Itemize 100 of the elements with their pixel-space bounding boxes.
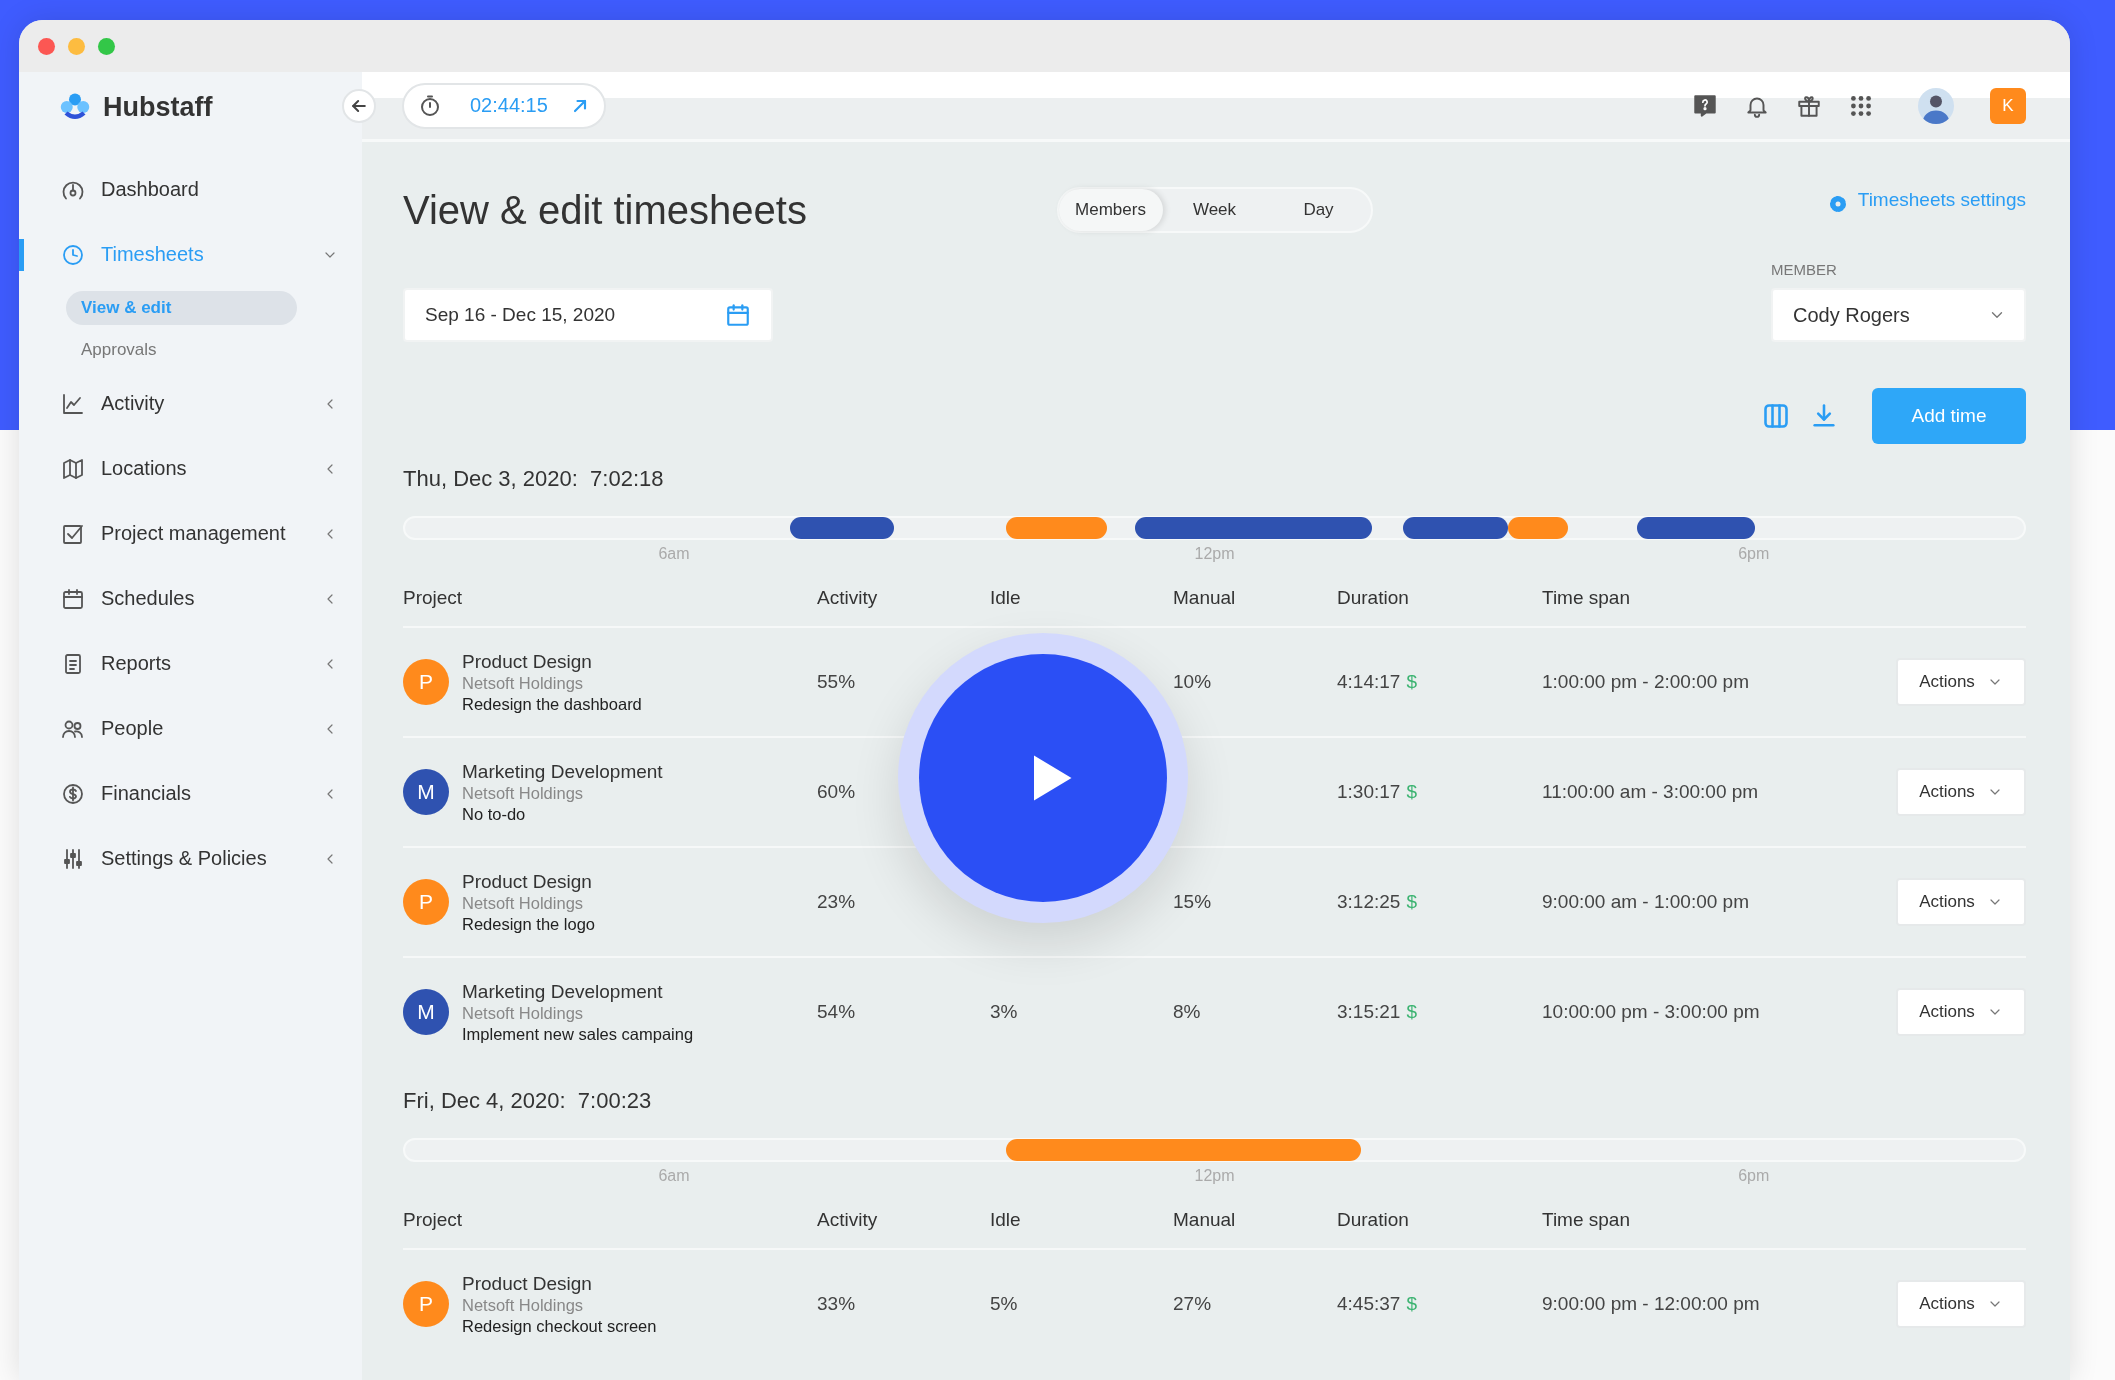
time-span-value: 9:00:00 am - 1:00:00 pm: [1542, 891, 1750, 913]
actions-button[interactable]: Actions: [1896, 988, 2026, 1036]
sidebar-item[interactable]: Project management: [19, 501, 362, 566]
manual-value: 10%: [1173, 671, 1213, 693]
calendar-icon: [61, 586, 85, 611]
stopwatch-icon: [418, 93, 442, 118]
time-span-value: 11:00:00 am - 3:00:00 pm: [1542, 781, 1760, 803]
project-avatar: P: [403, 879, 449, 925]
project-avatar: M: [403, 769, 449, 815]
timer-value: 02:44:15: [470, 94, 548, 117]
map-icon: [61, 456, 85, 481]
project-avatar: P: [403, 1281, 449, 1327]
task-name: Implement new sales campaing: [462, 1023, 694, 1045]
avatar-icon[interactable]: [1918, 87, 1954, 124]
project-name: Product Design: [462, 1271, 593, 1296]
sidebar-item[interactable]: Dashboard: [19, 157, 362, 222]
time-tick-label: 6am: [658, 545, 690, 563]
column-header: Time span: [1542, 1209, 1631, 1231]
time-tick-label: 6am: [658, 1167, 690, 1185]
column-header: Idle: [990, 587, 1022, 609]
sidebar-item[interactable]: Financials: [19, 761, 362, 826]
app-name: Hubstaff: [103, 91, 213, 123]
sidebar-item[interactable]: Locations: [19, 436, 362, 501]
sidebar-item[interactable]: People: [19, 696, 362, 761]
dollar-icon: [61, 781, 85, 806]
billable-mark: $: [1406, 781, 1417, 803]
manual-value: 8%: [1173, 1001, 1202, 1023]
column-header: Manual: [1173, 587, 1237, 609]
actions-button[interactable]: Actions: [1896, 878, 2026, 926]
manual-value: 15%: [1173, 891, 1213, 913]
member-label: MEMBER: [1771, 261, 1838, 278]
sliders-icon: [61, 846, 85, 871]
duration-value: 4:45:37: [1337, 1293, 1401, 1315]
activity-value: 23%: [817, 891, 857, 913]
sidebar-subitem[interactable]: Approvals: [66, 333, 297, 367]
time-tick-label: 12pm: [1194, 1167, 1235, 1185]
column-header: Time span: [1542, 587, 1631, 609]
project-name: Product Design: [462, 869, 593, 894]
duration-value: 4:14:17: [1337, 671, 1401, 693]
column-header: Project: [403, 1209, 464, 1231]
calendar-icon: [725, 302, 751, 328]
clock-icon: [61, 242, 85, 267]
project-name: Product Design: [462, 649, 593, 674]
actions-button[interactable]: Actions: [1896, 768, 2026, 816]
day-heading: Fri, Dec 4, 2020: 7:00:23: [403, 1088, 652, 1115]
project-name: Marketing Development: [462, 759, 663, 784]
chart-icon: [61, 391, 85, 416]
time-span-value: 1:00:00 pm - 2:00:00 pm: [1542, 671, 1750, 693]
window-close-button[interactable]: [38, 37, 55, 55]
sidebar-item[interactable]: Schedules: [19, 566, 362, 631]
actions-button[interactable]: Actions: [1896, 1280, 2026, 1328]
column-header: Activity: [817, 1209, 879, 1231]
column-header: Activity: [817, 587, 879, 609]
column-header: Duration: [1337, 1209, 1410, 1231]
project-avatar: M: [403, 989, 449, 1035]
client-name: Netsoft Holdings: [462, 783, 585, 804]
task-name: Redesign the logo: [462, 913, 595, 935]
duration-value: 3:12:25: [1337, 891, 1401, 913]
page-title: View & edit timesheets: [403, 187, 808, 233]
activity-value: 55%: [817, 671, 857, 693]
client-name: Netsoft Holdings: [462, 673, 585, 694]
task-name: Redesign checkout screen: [462, 1315, 657, 1337]
day-heading: Thu, Dec 3, 2020: 7:02:18: [403, 466, 664, 493]
billable-mark: $: [1406, 1001, 1417, 1023]
billable-mark: $: [1406, 671, 1417, 693]
time-span-value: 10:00:00 pm - 3:00:00 pm: [1542, 1001, 1761, 1023]
client-name: Netsoft Holdings: [462, 893, 585, 914]
sidebar-item[interactable]: Activity: [19, 371, 362, 436]
task-name: Redesign the dashboard: [462, 693, 642, 715]
view-tab[interactable]: Day: [1266, 189, 1371, 231]
activity-value: 60%: [817, 781, 857, 803]
actions-button[interactable]: Actions: [1896, 658, 2026, 706]
duration-value: 1:30:17: [1337, 781, 1401, 803]
column-header: Manual: [1173, 1209, 1237, 1231]
activity-value: 33%: [817, 1293, 857, 1315]
idle-value: 5%: [990, 1293, 1019, 1315]
time-tick-label: 6pm: [1738, 545, 1770, 563]
column-header: Duration: [1337, 587, 1410, 609]
client-name: Netsoft Holdings: [462, 1003, 585, 1024]
billable-mark: $: [1406, 1293, 1417, 1315]
client-name: Netsoft Holdings: [462, 1295, 585, 1316]
billable-mark: $: [1406, 891, 1417, 913]
task-name: No to-do: [462, 803, 527, 825]
view-tab[interactable]: Week: [1162, 189, 1267, 231]
date-range-field[interactable]: Sep 16 - Dec 15, 2020: [403, 288, 773, 342]
time-span-value: 9:00:00 pm - 12:00:00 pm: [1542, 1293, 1761, 1315]
project-avatar: P: [403, 659, 449, 705]
time-tick-label: 12pm: [1194, 545, 1235, 563]
project-name: Marketing Development: [462, 979, 664, 1004]
activity-value: 54%: [817, 1001, 857, 1023]
member-dropdown[interactable]: Cody Rogers: [1771, 288, 2026, 342]
view-tab[interactable]: Members: [1058, 189, 1163, 231]
time-tick-label: 6pm: [1738, 1167, 1770, 1185]
manual-value: 27%: [1173, 1293, 1213, 1315]
sidebar-item[interactable]: Settings & Policies: [19, 826, 362, 891]
duration-value: 3:15:21: [1337, 1001, 1401, 1023]
column-header: Idle: [990, 1209, 1022, 1231]
help-icon[interactable]: [1692, 92, 1718, 119]
sidebar-item[interactable]: Reports: [19, 631, 362, 696]
idle-value: 3%: [990, 1001, 1019, 1023]
